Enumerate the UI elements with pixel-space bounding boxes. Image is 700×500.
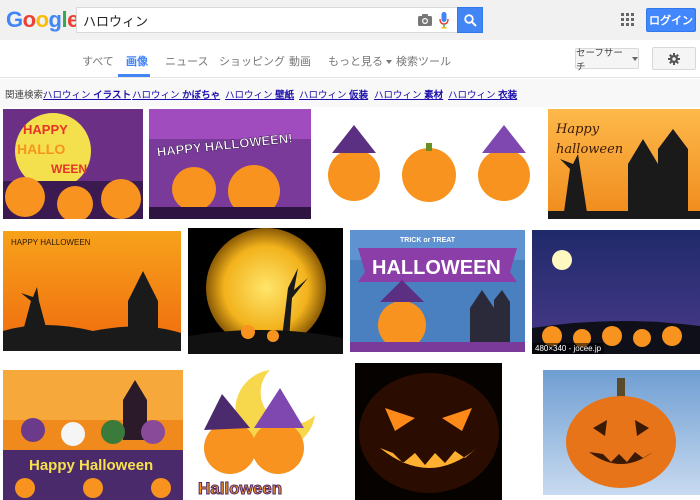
related-link-term: 仮装 bbox=[349, 90, 369, 101]
tab-all[interactable]: すべて bbox=[82, 53, 114, 69]
tab-news[interactable]: ニュース bbox=[165, 53, 208, 69]
related-link-term: 素材 bbox=[424, 90, 444, 101]
related-link-term: イラスト bbox=[93, 90, 131, 101]
related-link-base: ハロウィン bbox=[299, 90, 347, 101]
halloween-illustration: TRICK or TREAT HALLOWEEN bbox=[350, 230, 525, 352]
halloween-illustration bbox=[188, 228, 343, 354]
related-link[interactable]: ハロウィン 衣装 bbox=[448, 87, 517, 101]
search-input[interactable] bbox=[83, 11, 403, 29]
halloween-illustration: Happy halloween bbox=[548, 109, 700, 219]
image-result[interactable] bbox=[355, 363, 502, 500]
safesearch-label: セーフサーチ bbox=[576, 47, 623, 73]
image-text: HALLOWEEN bbox=[372, 257, 501, 279]
pumpkin-illustration: Halloween bbox=[190, 370, 315, 500]
halloween-illustration: HAPPY HALLOWEEN bbox=[3, 231, 181, 351]
related-link[interactable]: ハロウィン 素材 bbox=[374, 87, 443, 101]
image-text: halloween bbox=[556, 142, 623, 157]
related-link-term: 衣装 bbox=[498, 90, 518, 101]
halloween-illustration: Happy Halloween bbox=[3, 370, 183, 500]
image-text: Halloween bbox=[198, 479, 282, 498]
microphone-icon[interactable] bbox=[439, 12, 449, 29]
related-link-base: ハロウィン bbox=[448, 90, 496, 101]
logo-letter: G bbox=[6, 7, 23, 32]
jack-o-lantern-photo bbox=[355, 363, 502, 500]
related-link-base: ハロウィン bbox=[225, 90, 273, 101]
image-text: TRICK or TREAT bbox=[400, 237, 456, 244]
image-text: WEEN bbox=[51, 162, 87, 176]
camera-icon[interactable] bbox=[418, 14, 432, 26]
image-result[interactable]: Happy Halloween bbox=[3, 370, 183, 500]
halloween-illustration: HAPPY HALLO WEEN bbox=[3, 109, 143, 219]
halloween-photo bbox=[532, 230, 700, 354]
tab-images[interactable]: 画像 bbox=[126, 53, 148, 69]
active-tab-indicator bbox=[118, 74, 150, 77]
image-result[interactable]: HAPPY HALLOWEEN! bbox=[149, 109, 311, 219]
image-result[interactable] bbox=[543, 370, 700, 495]
related-link-term: 壁紙 bbox=[275, 90, 295, 101]
logo-letter: o bbox=[22, 7, 36, 32]
related-link[interactable]: ハロウィン かぼちゃ bbox=[132, 87, 220, 101]
tab-more[interactable]: もっと見る bbox=[328, 53, 392, 69]
image-result[interactable] bbox=[318, 123, 540, 203]
jack-o-lantern-photo bbox=[543, 370, 700, 495]
image-result[interactable]: HAPPY HALLO WEEN bbox=[3, 109, 143, 219]
image-result[interactable]: Happy halloween bbox=[548, 109, 700, 219]
pumpkin-illustration bbox=[318, 123, 540, 203]
image-size-caption: 480×340 - jocee.jp bbox=[532, 343, 605, 354]
image-result[interactable]: 480×340 - jocee.jp bbox=[532, 230, 700, 354]
image-text: Happy bbox=[555, 122, 600, 137]
logo-letter: g bbox=[48, 7, 62, 32]
tab-search-tools[interactable]: 検索ツール bbox=[396, 53, 451, 69]
image-text: HALLO bbox=[17, 141, 65, 157]
logo-letter: o bbox=[35, 7, 49, 32]
image-result[interactable]: TRICK or TREAT HALLOWEEN bbox=[350, 230, 525, 352]
halloween-illustration: HAPPY HALLOWEEN! bbox=[149, 109, 311, 219]
related-searches: 関連検索: ハロウィン イラスト ハロウィン かぼちゃ ハロウィン 壁紙 ハロウ… bbox=[0, 79, 700, 107]
tab-more-label: もっと見る bbox=[328, 56, 383, 68]
tab-shopping[interactable]: ショッピング bbox=[219, 53, 285, 69]
image-text: HAPPY HALLOWEEN bbox=[11, 238, 91, 247]
safesearch-dropdown[interactable]: セーフサーチ bbox=[575, 48, 639, 73]
related-link-base: ハロウィン bbox=[132, 90, 180, 101]
search-icon bbox=[463, 13, 477, 27]
apps-grid-icon[interactable] bbox=[621, 13, 634, 26]
related-label: 関連検索: bbox=[5, 90, 46, 101]
chevron-down-icon bbox=[386, 60, 392, 65]
related-link[interactable]: ハロウィン イラスト bbox=[43, 87, 131, 101]
image-text: HAPPY bbox=[23, 122, 68, 137]
related-link-term: かぼちゃ bbox=[182, 90, 221, 101]
image-result[interactable]: HAPPY HALLOWEEN bbox=[3, 231, 181, 351]
tab-videos[interactable]: 動画 bbox=[289, 53, 311, 69]
related-link[interactable]: ハロウィン 壁紙 bbox=[225, 87, 294, 101]
related-link-base: ハロウィン bbox=[374, 90, 422, 101]
header: Google ログイン bbox=[0, 0, 700, 40]
related-link-base: ハロウィン bbox=[43, 90, 91, 101]
image-result[interactable] bbox=[188, 228, 343, 354]
chevron-down-icon bbox=[632, 56, 638, 61]
login-button[interactable]: ログイン bbox=[646, 8, 696, 32]
image-text: Happy Halloween bbox=[29, 457, 153, 474]
search-button[interactable] bbox=[457, 7, 483, 33]
image-result[interactable]: Halloween bbox=[190, 370, 315, 500]
search-box bbox=[76, 7, 457, 33]
google-logo[interactable]: Google bbox=[6, 7, 79, 33]
related-link[interactable]: ハロウィン 仮装 bbox=[299, 87, 368, 101]
gear-icon bbox=[668, 52, 680, 65]
settings-button[interactable] bbox=[652, 47, 696, 70]
